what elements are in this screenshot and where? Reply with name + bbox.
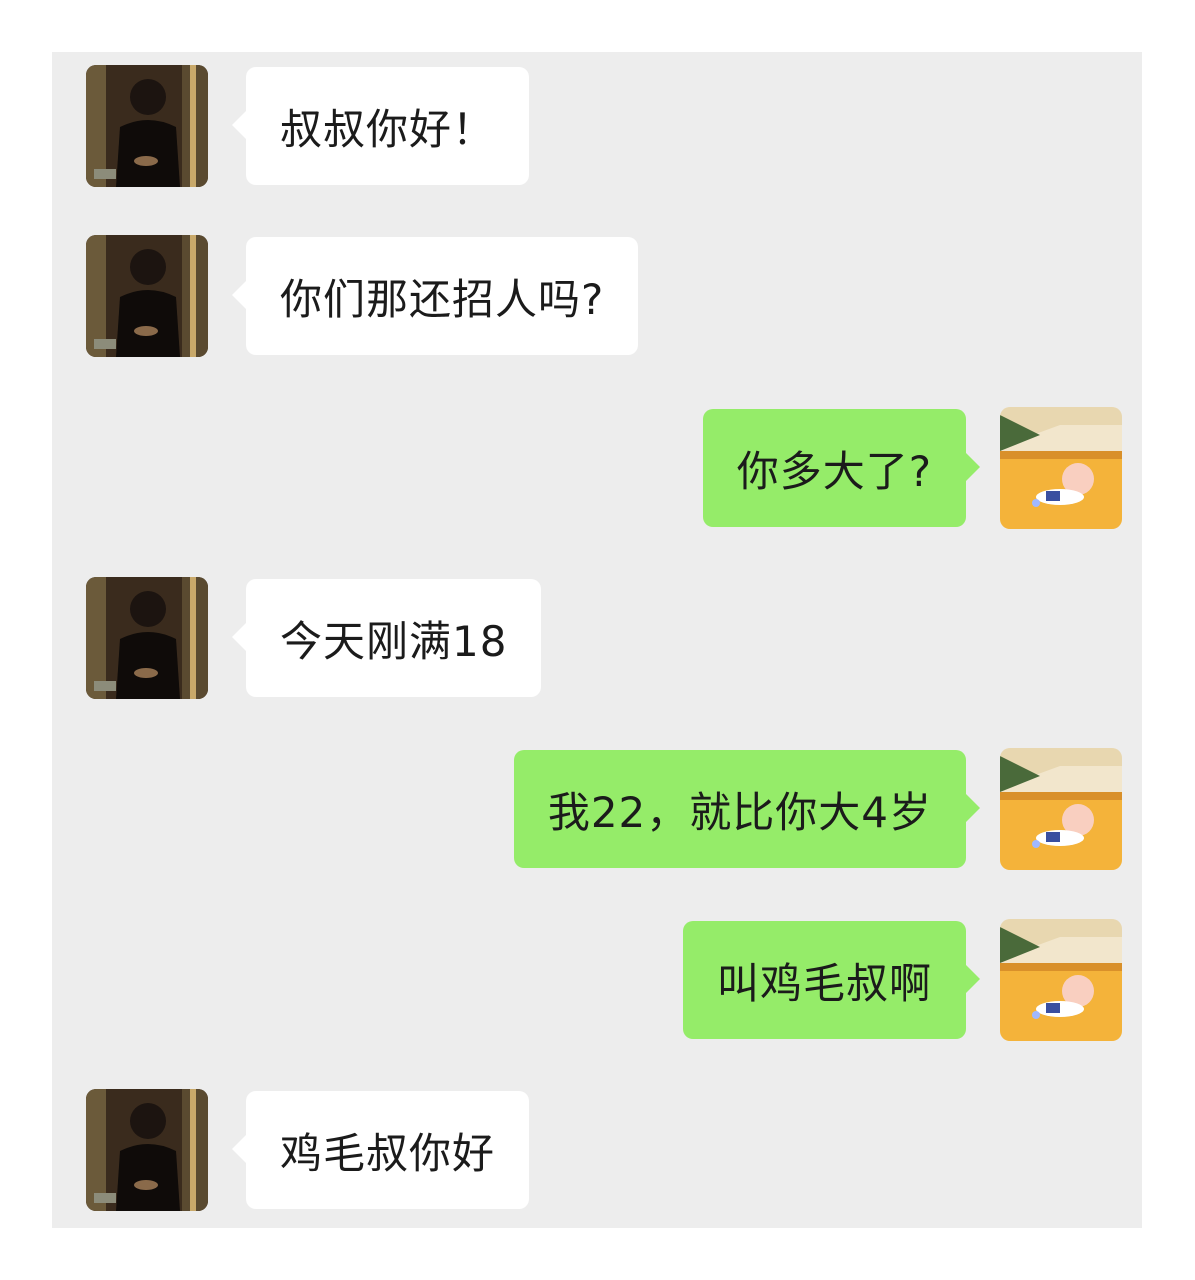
message-bubble-received[interactable]: 鸡毛叔你好 xyxy=(231,1091,530,1209)
chat-panel: 叔叔你好！ 你们那还招人吗? 你多大了? 今天刚满18 我22，就比你大4岁 叫… xyxy=(52,52,1142,1228)
message-bubble-received[interactable]: 你们那还招人吗? xyxy=(231,237,639,355)
message-bubble-sent[interactable]: 你多大了? xyxy=(702,409,981,527)
cartoon-avatar-icon[interactable] xyxy=(1000,748,1122,870)
person-photo-avatar-icon[interactable] xyxy=(86,235,208,357)
message-bubble-received[interactable]: 叔叔你好！ xyxy=(231,67,530,185)
message-bubble-received[interactable]: 今天刚满18 xyxy=(231,579,542,697)
person-photo-avatar-icon[interactable] xyxy=(86,1089,208,1211)
message-bubble-sent[interactable]: 我22，就比你大4岁 xyxy=(513,750,981,868)
message-bubble-sent[interactable]: 叫鸡毛叔啊 xyxy=(682,921,981,1039)
person-photo-avatar-icon[interactable] xyxy=(86,577,208,699)
person-photo-avatar-icon[interactable] xyxy=(86,65,208,187)
cartoon-avatar-icon[interactable] xyxy=(1000,919,1122,1041)
cartoon-avatar-icon[interactable] xyxy=(1000,407,1122,529)
